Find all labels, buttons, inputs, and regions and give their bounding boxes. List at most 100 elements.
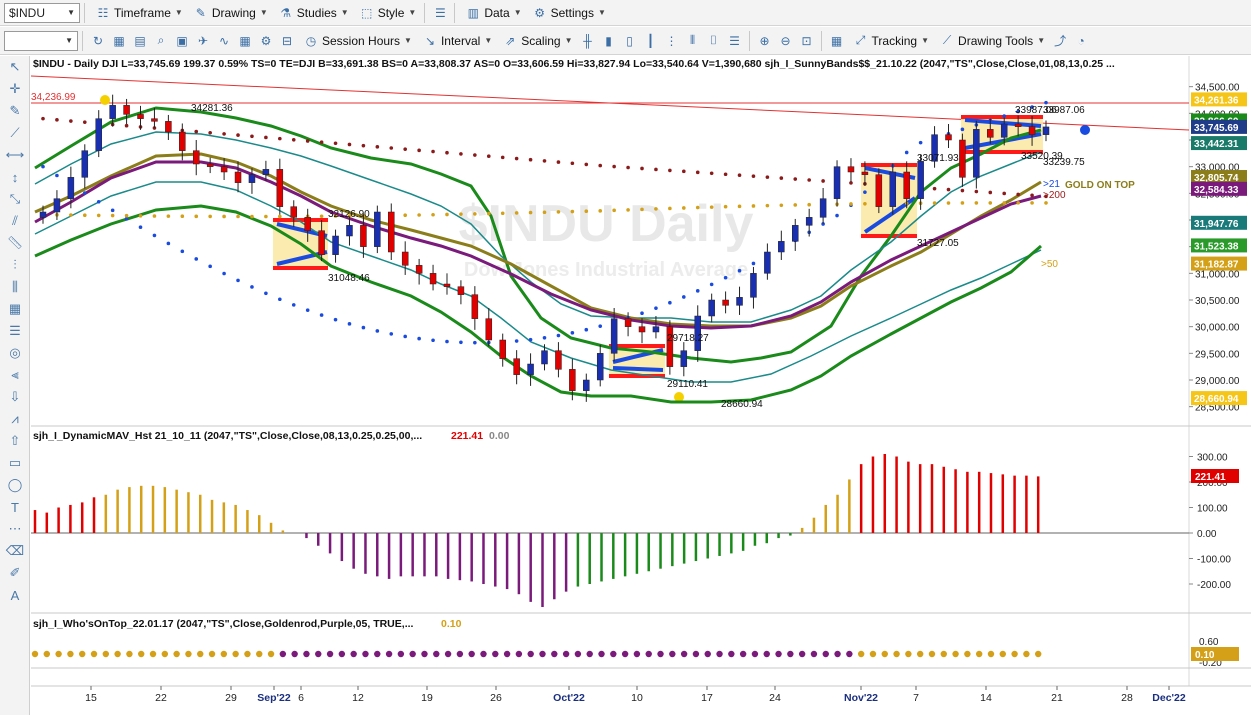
blue-dot (110, 208, 115, 213)
ruler-icon[interactable]: 📏︎ (0, 232, 30, 254)
volume-style-icon[interactable]: ⫴ (683, 31, 703, 51)
histogram-bars (33, 453, 1040, 607)
refresh-icon[interactable]: ↻ (88, 31, 108, 51)
pointer-icon[interactable]: ↖ (0, 56, 30, 78)
grid-alt-icon[interactable]: ▤ (130, 31, 150, 51)
ray-icon[interactable]: ⤡ (0, 188, 30, 210)
pencil-icon[interactable]: ✐ (0, 562, 30, 584)
grid-icon[interactable]: ▦ (109, 31, 129, 51)
crosshair-icon[interactable]: ✛ (0, 78, 30, 100)
studies-button[interactable]: ⚗ Studies ▼ (274, 2, 353, 24)
who-dot (834, 650, 841, 658)
axis-tick-label: 300.00 (1197, 453, 1228, 464)
lock-icon[interactable]: ⊟ (277, 31, 297, 51)
price-panel-header: $INDU - Daily DJI L=33,745.69 199.37 0.5… (33, 58, 1115, 70)
candle-body (1028, 126, 1036, 135)
find-icon[interactable]: ⌕ (151, 31, 171, 51)
blue-dot (459, 340, 463, 345)
fit-icon[interactable]: ⊡ (797, 31, 817, 51)
who-dot (1034, 650, 1042, 658)
text-icon[interactable]: T (0, 496, 30, 518)
axis-tick-label: 0.00 (1197, 529, 1217, 540)
blue-dot (835, 213, 839, 218)
tracking-button[interactable]: ⤢ Tracking ▼ (849, 30, 934, 52)
timeframe-button[interactable]: ☷ Timeframe ▼ (91, 2, 187, 24)
dashboard-icon[interactable]: ◔ (1071, 31, 1091, 51)
ellipse-icon[interactable]: ◯ (0, 474, 30, 496)
scaling-button[interactable]: ⇗ Scaling ▼ (498, 30, 576, 52)
interval-combo[interactable]: ▼ (4, 30, 78, 51)
data-button[interactable]: ▥ Data ▼ (461, 2, 525, 24)
drawing-tools-button[interactable]: ⟋ Drawing Tools ▼ (935, 30, 1049, 52)
gear-icon[interactable]: ⚙ (256, 31, 276, 51)
gold-dot (793, 203, 798, 207)
arrow-up-icon[interactable]: ⇧ (0, 430, 30, 452)
line-style-icon[interactable]: ┃ (641, 31, 661, 51)
time-tick-label: 22 (155, 692, 167, 704)
blue-dot (236, 278, 240, 283)
blue-dot (333, 317, 338, 322)
who-dot (374, 650, 381, 658)
flask-icon: ⚗ (280, 5, 292, 20)
hollow-candle-icon[interactable]: ▯ (620, 31, 640, 51)
pen-icon[interactable]: ✎ (0, 100, 30, 122)
rectangle-icon[interactable]: ▭ (0, 452, 30, 474)
kagi-style-icon[interactable]: ⌷ (704, 31, 724, 51)
who-dot (586, 650, 593, 658)
chart-area[interactable]: $INDU Daily Dow Jones Industrial Average… (31, 56, 1251, 715)
blue-dot (152, 233, 157, 238)
scaling-icon: ⇗ (505, 33, 516, 48)
maroon-dot (194, 129, 199, 134)
blue-dot (570, 331, 575, 335)
zoom-out-icon[interactable]: ⊖ (776, 31, 796, 51)
who-dot (846, 650, 853, 658)
session-hours-button[interactable]: ◷ Session Hours ▼ (299, 30, 416, 52)
wave-icon[interactable]: ∿ (214, 31, 234, 51)
table-icon[interactable]: ▦ (235, 31, 255, 51)
arrow-down-icon[interactable]: ⇩ (0, 386, 30, 408)
zoom-in-icon[interactable]: ⊕ (755, 31, 775, 51)
candle-body (388, 211, 395, 253)
trend-icon[interactable]: ⤴ (1050, 31, 1070, 51)
style-button[interactable]: ⬚ Style ▼ (355, 2, 421, 24)
blue-dot (389, 332, 394, 336)
symbol-combo[interactable]: $INDU ▼ (4, 2, 80, 23)
icon-tool-icon[interactable]: ⋯ (0, 518, 30, 540)
channel-icon[interactable]: ⫽ (0, 210, 30, 232)
gold-dot (319, 214, 324, 219)
eraser-icon[interactable]: ⌫ (0, 540, 30, 562)
candle-body (234, 171, 242, 183)
levels-icon[interactable]: ☰ (0, 320, 30, 342)
fib-ext-icon[interactable]: ⫼ (0, 276, 30, 298)
settings-button[interactable]: ⚙ Settings ▼ (528, 2, 610, 24)
horizontal-line-icon[interactable]: ⟷ (0, 144, 30, 166)
candle-body (638, 326, 646, 333)
image-icon[interactable]: ▣ (172, 31, 192, 51)
cycle-icon[interactable]: ◎ (0, 342, 30, 364)
layout-icon[interactable]: ☰ (430, 3, 450, 23)
pin-icon[interactable]: ✈ (193, 31, 213, 51)
who-dot (916, 650, 924, 658)
font-icon[interactable]: A (0, 584, 30, 606)
who-dot (138, 650, 145, 658)
bar-style-icon[interactable]: ╫ (578, 31, 598, 51)
interval-button[interactable]: ↘ Interval ▼ (418, 30, 496, 52)
who-dot (114, 650, 121, 658)
gann-icon[interactable]: ▦ (0, 298, 30, 320)
speed-icon[interactable]: ⩘ (0, 408, 30, 430)
dot-style-icon[interactable]: ⋮ (662, 31, 682, 51)
blue-dot (347, 322, 352, 326)
fibonacci-icon[interactable]: ⫶ (0, 254, 30, 276)
maroon-dot (765, 175, 770, 179)
layout-icon[interactable]: ☰ (725, 31, 745, 51)
drawing-button[interactable]: ✎ Drawing ▼ (189, 2, 272, 24)
vertical-line-icon[interactable]: ↕ (0, 166, 30, 188)
gold-dot (69, 213, 73, 217)
candle-style-icon[interactable]: ▮ (599, 31, 619, 51)
data-window-icon[interactable]: ▦ (827, 31, 847, 51)
chart-canvas[interactable]: $INDU Daily Dow Jones Industrial Average… (31, 56, 1251, 715)
divider (748, 30, 750, 51)
fan-icon[interactable]: ⫷ (0, 364, 30, 386)
trendline-icon[interactable]: ⟋ (0, 122, 30, 144)
gold-dot (946, 201, 951, 205)
